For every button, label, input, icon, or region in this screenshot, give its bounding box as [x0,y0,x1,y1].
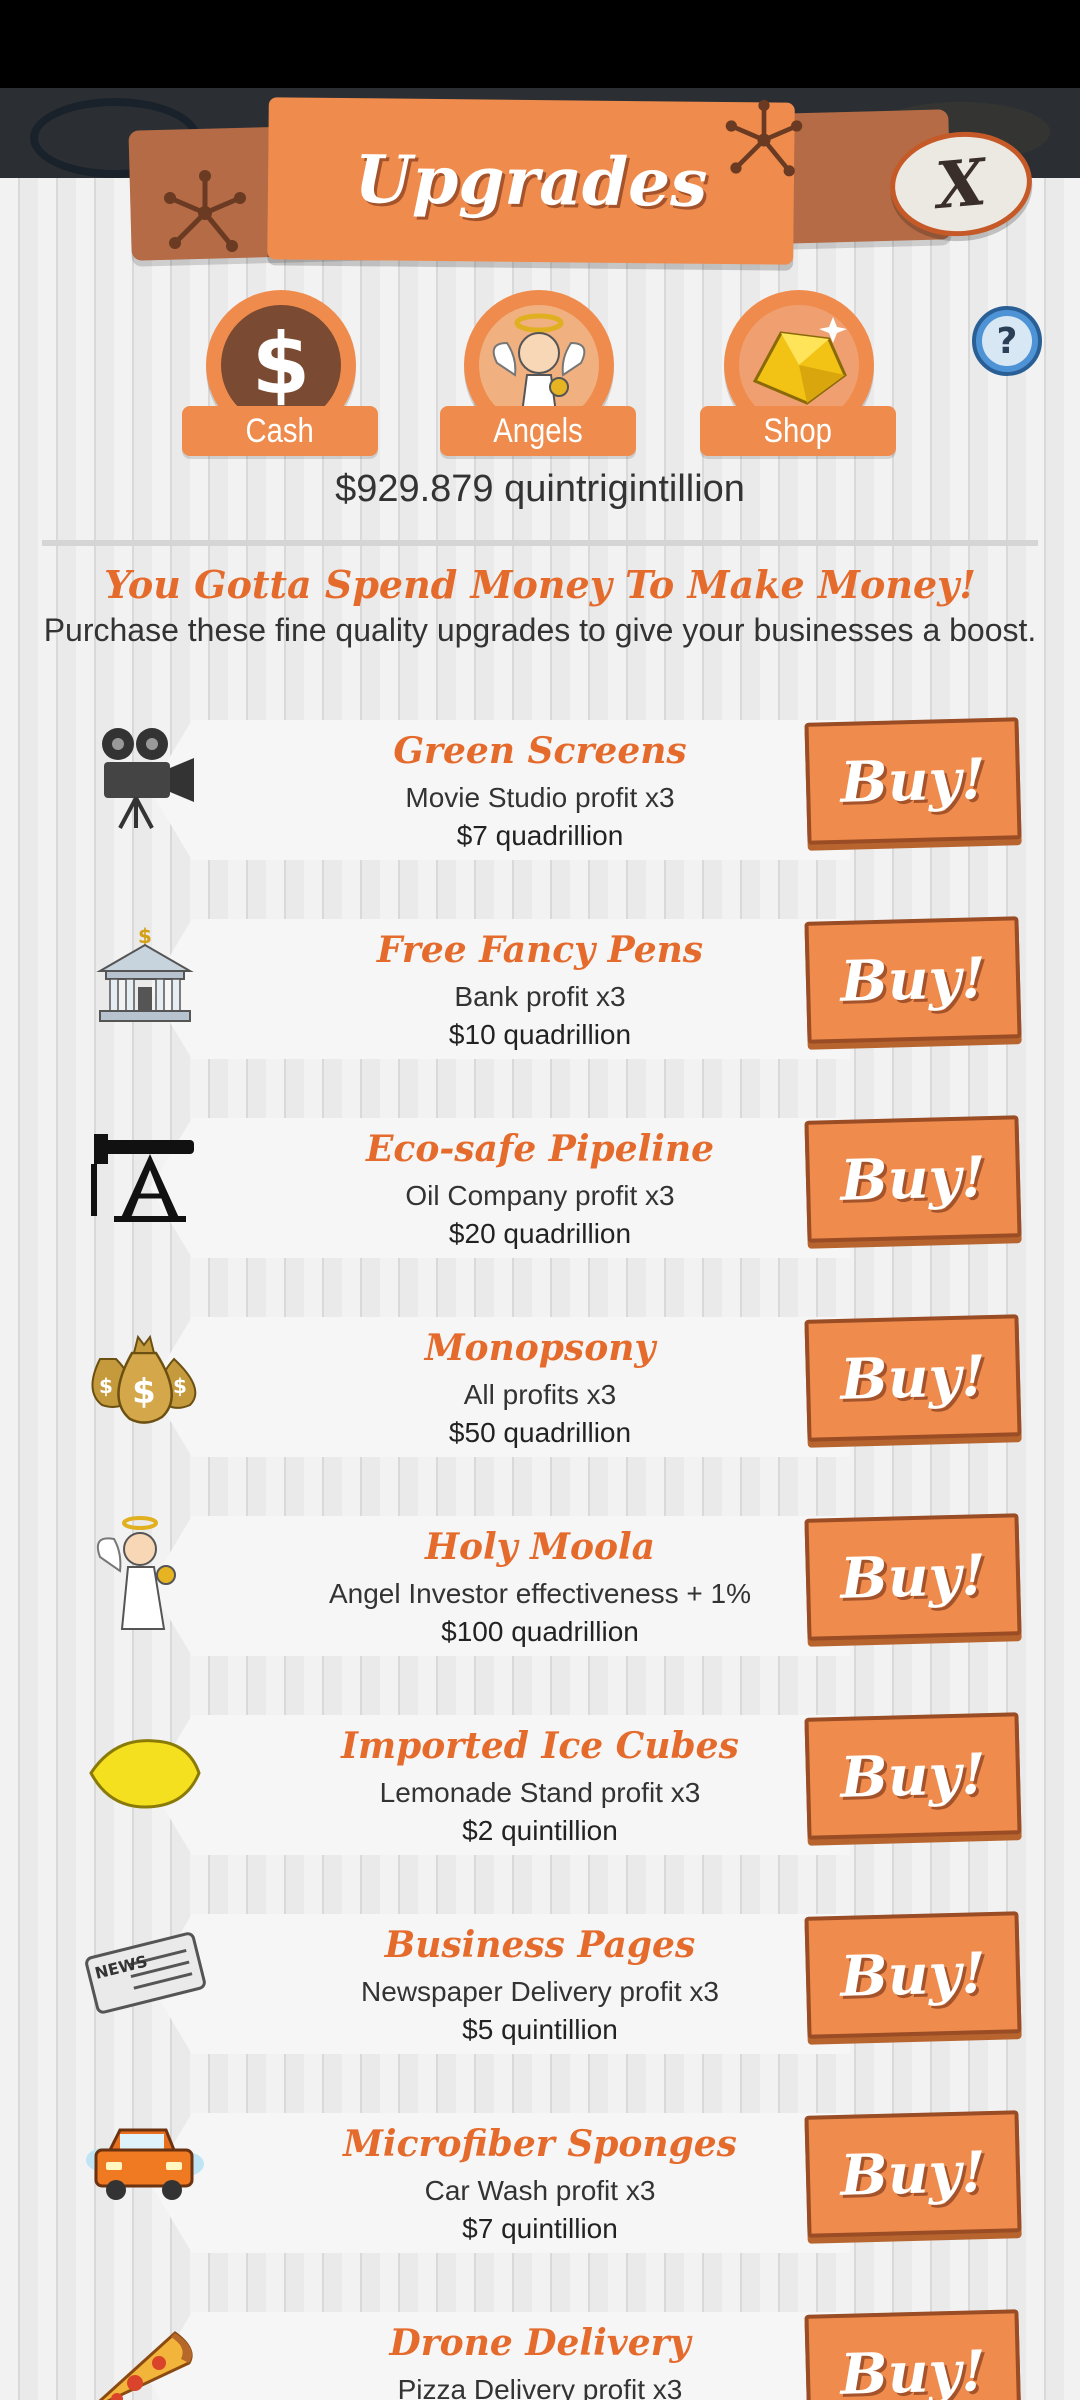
slogan: You Gotta Spend Money To Make Money! [104,562,976,607]
svg-text:$: $ [132,1372,156,1412]
tab-label: Angels [493,411,583,450]
buy-button[interactable]: Buy! [804,916,1022,1044]
tab-shop[interactable]: Shop [700,290,896,456]
buy-label: Buy! [839,1940,987,2010]
divider [42,540,1038,546]
buy-label: Buy! [839,1144,987,1214]
tab-label: Cash [245,411,315,450]
upgrade-description: Movie Studio profit x3 [405,782,675,813]
status-bar [0,0,1080,88]
tab-angels[interactable]: Angels [440,290,636,456]
upgrade-cost: $50 quadrillion [448,1417,632,1448]
starburst-icon [164,170,246,252]
question-icon: ? [982,316,1032,366]
tab-angels-label-box: Angels [440,406,636,456]
movie-camera-icon [70,712,220,842]
upgrade-cost: $7 quintillion [462,2213,618,2244]
upgrade-name: Microfiber Sponges [343,2123,737,2165]
buy-button[interactable]: Buy! [804,1314,1022,1442]
upgrade-cost: $5 quintillion [462,2014,618,2045]
page-title: Upgrades [354,140,708,222]
tab-cash[interactable]: $ Cash [182,290,378,456]
upgrade-cost: $7 quadrillion [456,820,624,851]
tab-label: Shop [763,411,833,450]
upgrade-row: Green Screens Movie Studio profit x3 $7 … [0,712,1080,902]
buy-label: Buy! [839,746,987,816]
upgrade-cost: $10 quadrillion [448,1019,632,1050]
upgrade-row: $ $ $ Monopsony All profits x3 $50 quadr… [0,1309,1080,1499]
upgrade-row: Drone Delivery Pizza Delivery profit x3 … [0,2304,1080,2400]
balance-amount: $929.879 quintrigintillion [335,468,745,510]
angel-icon [70,1508,220,1638]
newspaper-icon: NEWS [70,1906,220,2036]
upgrade-description: Lemonade Stand profit x3 [379,1777,701,1808]
upgrade-description: All profits x3 [463,1379,617,1410]
lemon-icon [70,1707,220,1837]
upgrade-row: $ Free Fancy Pens Bank profit x3 $10 qua… [0,911,1080,1101]
buy-label: Buy! [839,1542,987,1612]
help-button[interactable]: ? [972,306,1042,376]
upgrade-name: Monopsony [424,1327,656,1369]
upgrade-cost: $2 quintillion [462,1815,618,1846]
svg-text:$: $ [173,1374,187,1398]
upgrade-cost: $100 quadrillion [441,1616,639,1647]
svg-text:$: $ [252,315,310,413]
upgrade-row: Imported Ice Cubes Lemonade Stand profit… [0,1707,1080,1897]
oil-pump-icon [70,1110,220,1240]
upgrade-row: NEWS Business Pages Newspaper Delivery p… [0,1906,1080,2096]
close-icon: X [932,144,990,224]
buy-button[interactable]: Buy! [804,717,1022,845]
buy-button[interactable]: Buy! [804,2309,1022,2400]
upgrade-name: Drone Delivery [389,2322,691,2364]
tab-cash-label-box: Cash [182,406,378,456]
upgrade-name: Free Fancy Pens [376,929,704,971]
banner: Upgrades [267,97,795,265]
bank-icon: $ [70,911,220,1041]
upgrade-description: Angel Investor effectiveness + 1% [328,1578,752,1609]
buy-button[interactable]: Buy! [804,2110,1022,2238]
screen: Upgrades X $ Cash Angels Shop ? $929.879… [0,0,1080,2400]
car-icon [70,2105,220,2235]
buy-label: Buy! [839,1741,987,1811]
upgrade-description: Pizza Delivery profit x3 [397,2374,683,2400]
upgrade-description: Newspaper Delivery profit x3 [361,1976,719,2007]
buy-label: Buy! [839,2338,987,2400]
buy-label: Buy! [839,945,987,1015]
upgrade-name: Green Screens [393,730,687,772]
pizza-icon [70,2304,220,2400]
upgrade-description: Bank profit x3 [454,981,626,1012]
upgrade-row: Eco-safe Pipeline Oil Company profit x3 … [0,1110,1080,1300]
buy-button[interactable]: Buy! [804,1513,1022,1641]
buy-button[interactable]: Buy! [804,1712,1022,1840]
buy-button[interactable]: Buy! [804,1911,1022,2039]
upgrade-row: Microfiber Sponges Car Wash profit x3 $7… [0,2105,1080,2295]
buy-label: Buy! [839,1343,987,1413]
upgrade-row: Holy Moola Angel Investor effectiveness … [0,1508,1080,1698]
upgrade-name: Business Pages [384,1924,696,1966]
upgrade-name: Holy Moola [424,1526,656,1568]
tab-shop-label-box: Shop [700,406,896,456]
buy-button[interactable]: Buy! [804,1115,1022,1243]
buy-label: Buy! [839,2139,987,2209]
upgrade-name: Imported Ice Cubes [341,1725,739,1767]
subtitle: Purchase these fine quality upgrades to … [43,612,1037,648]
svg-text:$: $ [99,1374,113,1398]
upgrade-name: Eco-safe Pipeline [365,1128,715,1170]
starburst-icon [725,99,803,177]
upgrade-description: Car Wash profit x3 [424,2175,656,2206]
upgrade-cost: $20 quadrillion [448,1218,632,1249]
money-bags-icon: $ $ $ [70,1309,220,1439]
upgrade-description: Oil Company profit x3 [405,1180,675,1211]
